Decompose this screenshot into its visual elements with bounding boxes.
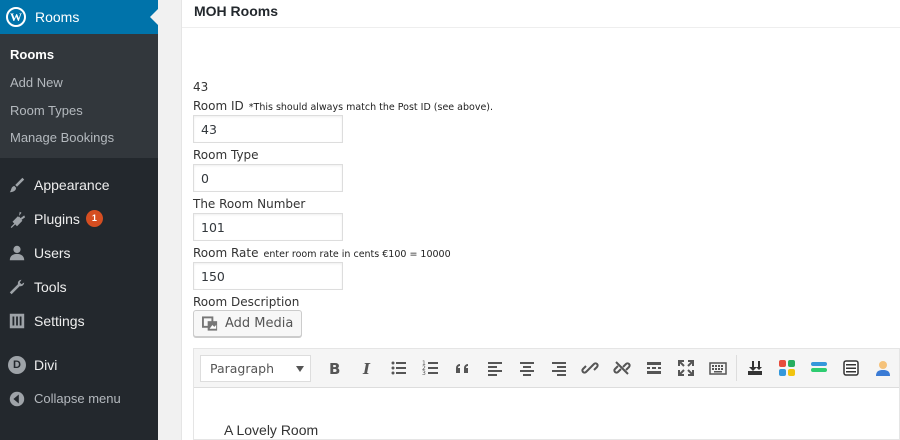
settings-sliders-icon <box>7 311 27 331</box>
download-icon[interactable] <box>739 353 771 383</box>
menu-item-label: Divi <box>34 356 58 373</box>
chevron-down-icon <box>295 365 304 372</box>
menu-item-label: Plugins <box>34 210 80 227</box>
menu-item-label: Settings <box>34 312 85 329</box>
menu-item-appearance[interactable]: Appearance <box>0 168 158 202</box>
meta-box-title: MOH Rooms <box>182 0 900 28</box>
room-id-note: *This should always match the Post ID (s… <box>248 102 494 113</box>
add-media-label: Add Media <box>225 316 294 331</box>
post-id-display: 43 <box>193 80 209 94</box>
editor-content[interactable]: A Lovely Room <box>194 388 899 438</box>
format-select-value: Paragraph <box>210 360 275 376</box>
add-media-button[interactable]: Add Media <box>193 310 303 337</box>
add-media-icon <box>202 315 218 331</box>
svg-text:3: 3 <box>422 370 426 377</box>
plug-icon <box>7 209 27 229</box>
room-rate-input[interactable] <box>193 262 343 290</box>
keyboard-icon[interactable] <box>702 353 734 383</box>
italic-icon[interactable]: I <box>351 353 383 383</box>
editor-text: A Lovely Room <box>224 422 319 438</box>
room-id-input[interactable] <box>193 115 343 143</box>
align-center-icon[interactable] <box>511 353 543 383</box>
fullscreen-icon[interactable] <box>670 353 702 383</box>
menu-item-label: Users <box>34 244 71 261</box>
room-type-input[interactable] <box>193 164 343 192</box>
collapse-menu-label: Collapse menu <box>34 391 121 407</box>
room-number-label: The Room Number <box>193 197 306 211</box>
menu-item-plugins[interactable]: Plugins 1 <box>0 202 158 236</box>
menu-item-rooms[interactable]: W Rooms <box>0 0 158 34</box>
align-left-icon[interactable] <box>479 353 511 383</box>
colors-icon[interactable] <box>771 353 803 383</box>
user-icon <box>7 243 27 263</box>
room-number-input[interactable] <box>193 213 343 241</box>
wordpress-logo-icon: W <box>6 7 26 27</box>
blockquote-icon[interactable] <box>447 353 479 383</box>
format-select[interactable]: Paragraph <box>200 354 311 382</box>
room-rate-label: Room Rate enter room rate in cents €100 … <box>193 246 451 260</box>
numbered-list-icon[interactable]: 123 <box>415 353 447 383</box>
submenu-item-rooms[interactable]: Rooms <box>0 41 158 69</box>
user-icon[interactable] <box>867 353 899 383</box>
menu-item-label: Tools <box>34 278 67 295</box>
admin-sidebar: W Rooms Rooms Add New Room Types Manage … <box>0 0 158 440</box>
menu-item-tools[interactable]: Tools <box>0 270 158 304</box>
svg-text:B: B <box>329 360 340 377</box>
unlink-icon[interactable] <box>606 353 638 383</box>
link-icon[interactable] <box>574 353 606 383</box>
paintbrush-icon <box>7 175 27 195</box>
collapse-menu-button[interactable]: Collapse menu <box>0 382 158 416</box>
menu-item-divi[interactable]: D Divi <box>0 348 158 382</box>
menu-item-label: Rooms <box>35 9 80 25</box>
menu-item-settings[interactable]: Settings <box>0 304 158 338</box>
menu-item-users[interactable]: Users <box>0 236 158 270</box>
stack-icon[interactable] <box>803 353 835 383</box>
wrench-icon <box>7 277 27 297</box>
room-id-label: Room ID *This should always match the Po… <box>193 99 494 113</box>
menu-item-label: Appearance <box>34 176 110 193</box>
svg-text:I: I <box>362 360 371 377</box>
bullet-list-icon[interactable] <box>383 353 415 383</box>
submenu-item-add-new[interactable]: Add New <box>0 69 158 97</box>
align-right-icon[interactable] <box>543 353 575 383</box>
collapse-arrow-icon <box>7 389 27 409</box>
bold-icon[interactable]: B <box>319 353 351 383</box>
editor-toolbar: Paragraph B I 123 <box>194 349 899 388</box>
room-description-label: Room Description <box>193 295 300 309</box>
room-rate-note: enter room rate in cents €100 = 10000 <box>263 249 451 260</box>
main-content: MOH Rooms 43 Room ID *This should always… <box>158 0 900 440</box>
divi-icon: D <box>8 355 26 374</box>
plugins-update-badge: 1 <box>85 210 103 228</box>
room-description-editor: Paragraph B I 123 A Lovely Room <box>193 348 900 440</box>
list-icon[interactable] <box>835 353 867 383</box>
submenu-item-manage-bookings[interactable]: Manage Bookings <box>0 124 158 152</box>
read-more-icon[interactable] <box>638 353 670 383</box>
room-fields: 43 Room ID *This should always match the… <box>193 80 893 337</box>
room-type-label: Room Type <box>193 148 259 162</box>
submenu-item-room-types[interactable]: Room Types <box>0 96 158 124</box>
rooms-submenu: Rooms Add New Room Types Manage Bookings <box>0 34 158 158</box>
